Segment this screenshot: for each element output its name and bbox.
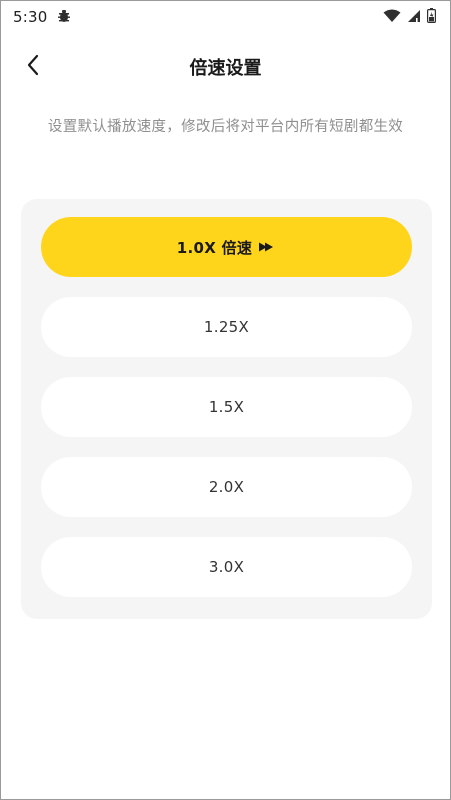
app-screen: 5:30 倍速设置 设置默认播放速度，修改后将对平台内所有短剧都生效 1.0X … — [0, 0, 451, 800]
speed-playing-icon — [258, 241, 276, 253]
wifi-icon — [383, 8, 401, 27]
status-bar: 5:30 — [1, 1, 450, 33]
status-left: 5:30 — [13, 8, 71, 27]
chevron-left-icon — [26, 54, 40, 80]
speed-option-label: 1.0X 倍速 — [176, 238, 253, 257]
speed-option-1x[interactable]: 1.0X 倍速 — [41, 217, 412, 277]
signal-icon — [407, 8, 421, 27]
status-time: 5:30 — [13, 8, 48, 26]
battery-icon — [427, 7, 437, 27]
header: 倍速设置 — [1, 41, 450, 93]
status-right — [383, 7, 437, 27]
speed-option-label: 1.5X — [208, 398, 245, 416]
speed-option-2x[interactable]: 2.0X — [41, 457, 412, 517]
bug-icon — [57, 8, 71, 27]
speed-option-1-25x[interactable]: 1.25X — [41, 297, 412, 357]
back-button[interactable] — [17, 51, 49, 83]
speed-option-label: 2.0X — [208, 478, 245, 496]
speed-description: 设置默认播放速度，修改后将对平台内所有短剧都生效 — [47, 119, 404, 135]
speed-option-3x[interactable]: 3.0X — [41, 537, 412, 597]
speed-option-label: 1.25X — [203, 318, 250, 336]
page-title: 倍速设置 — [189, 58, 262, 79]
speed-option-1-5x[interactable]: 1.5X — [41, 377, 412, 437]
speed-option-label: 3.0X — [208, 558, 245, 576]
speed-options-panel: 1.0X 倍速 1.25X 1.5X 2.0X 3.0X — [21, 199, 432, 619]
